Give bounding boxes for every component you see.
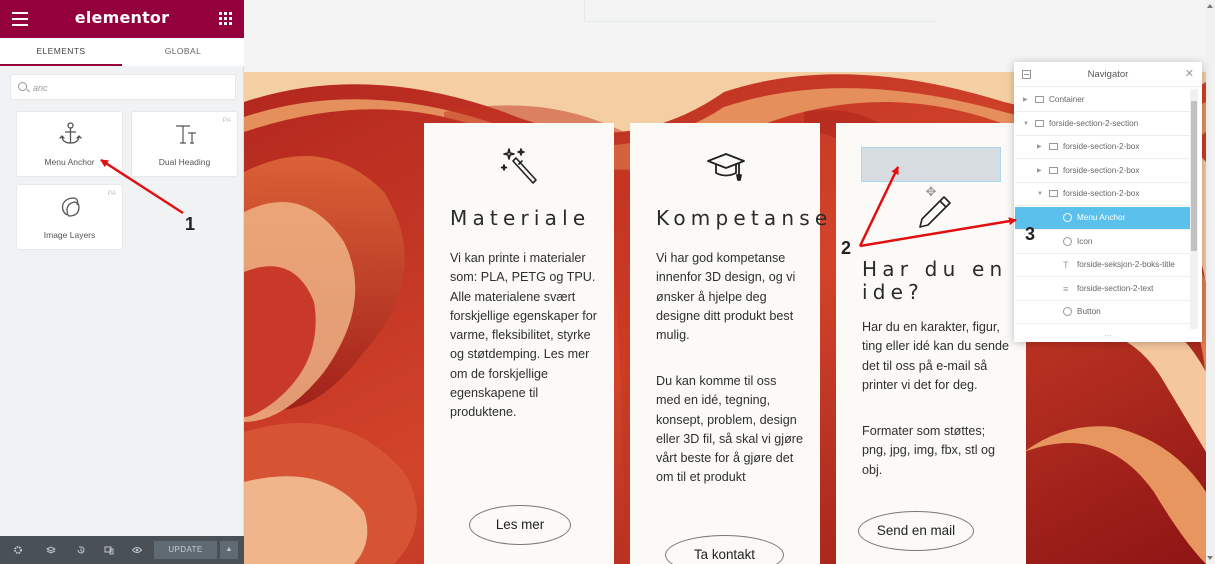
widget-dual-heading[interactable]: PA Dual Heading <box>131 111 238 177</box>
navigator-item[interactable]: Menu Anchor <box>1015 207 1190 230</box>
search-input[interactable] <box>33 80 223 96</box>
navigator-item-label: Icon <box>1077 236 1093 246</box>
contact-button[interactable]: Ta kontakt <box>665 535 784 564</box>
tab-global[interactable]: GLOBAL <box>122 38 244 66</box>
card-title: Materiale <box>450 206 591 230</box>
settings-gear-icon[interactable] <box>13 545 23 555</box>
navigator-title: Navigator <box>1087 69 1129 80</box>
navigator-item-label: Container <box>1049 95 1085 104</box>
container-icon <box>1049 143 1058 151</box>
card-text: Formater som støttes; png, jpg, img, fbx… <box>862 424 996 477</box>
page-scrollbar[interactable] <box>1206 0 1215 564</box>
card-text: Vi kan printe i materialer som: PLA, PET… <box>450 251 598 420</box>
feature-card-idea[interactable]: ✥ Har du en ide? Har du en karakter, fig… <box>836 123 1026 564</box>
navigator-item[interactable]: Icon <box>1015 231 1190 254</box>
send-mail-button[interactable]: Send en mail <box>858 511 974 551</box>
editor-sidebar: elementor ELEMENTS GLOBAL Menu Anchor PA <box>0 0 244 564</box>
update-button[interactable]: UPDATE <box>154 541 217 559</box>
navigator-panel: Navigator ✕ ▶ Container ▼ forside-section-2… <box>1014 62 1202 342</box>
apps-grid-icon[interactable] <box>219 12 232 25</box>
read-more-button[interactable]: Les mer <box>469 505 571 545</box>
card-text: Har du en karakter, figur, ting eller id… <box>862 320 1010 392</box>
navigator-item-label: forside-section-2-text <box>1077 283 1154 293</box>
feature-card-materials[interactable]: Materiale Vi kan printe i materialer som… <box>424 123 614 564</box>
navigator-item[interactable]: ▶ Container <box>1015 89 1190 112</box>
pencil-icon <box>919 196 951 228</box>
caret-right-icon[interactable]: ▶ <box>1023 89 1028 111</box>
scroll-up-arrow-icon[interactable] <box>1207 4 1213 8</box>
annotation-number-3: 3 <box>1025 224 1036 244</box>
widget-label: Image Layers <box>43 230 96 240</box>
preview-eye-icon[interactable] <box>132 545 142 555</box>
navigator-item[interactable]: ▼ forside-section-2-box <box>1015 183 1190 207</box>
text-icon <box>176 125 196 144</box>
text-editor-icon: ≡ <box>1063 283 1069 294</box>
button-icon <box>1063 307 1072 317</box>
search-icon <box>18 82 27 91</box>
caret-down-icon[interactable]: ▼ <box>1023 113 1029 135</box>
widget-menu-anchor[interactable]: Menu Anchor <box>16 111 123 177</box>
history-icon[interactable] <box>76 545 86 555</box>
graduation-cap-icon <box>707 153 745 181</box>
navigator-item[interactable]: ▶ forside-section-2-box <box>1015 160 1190 183</box>
container-icon <box>1035 96 1044 103</box>
heading-icon: T <box>1063 260 1069 271</box>
card-title: Kompetanse <box>656 206 833 230</box>
navigator-item[interactable]: ≡ forside-section-2-text <box>1015 278 1190 301</box>
scroll-down-arrow-icon[interactable] <box>1207 556 1213 560</box>
close-icon[interactable]: ✕ <box>1185 67 1194 80</box>
scrollbar-thumb[interactable] <box>1191 101 1197 251</box>
widget-search <box>10 74 236 100</box>
tab-elements[interactable]: ELEMENTS <box>0 38 122 66</box>
widget-label: Dual Heading <box>158 157 211 167</box>
responsive-mode-icon[interactable] <box>104 545 114 555</box>
navigator-scrollbar[interactable] <box>1190 89 1198 329</box>
widget-label: Menu Anchor <box>44 157 95 167</box>
navigator-header: Navigator ✕ <box>1014 62 1202 87</box>
navigator-layers-icon[interactable] <box>46 545 56 555</box>
container-icon <box>1049 166 1058 174</box>
navigator-item-label: forside-section-2-box <box>1063 142 1140 152</box>
update-options-caret-icon[interactable]: ▲ <box>220 541 238 559</box>
brand-logo: elementor <box>74 8 170 27</box>
caret-right-icon[interactable]: ▶ <box>1037 136 1042 158</box>
widget-image-layers[interactable]: PA Image Layers <box>16 184 123 250</box>
container-icon <box>1035 119 1044 127</box>
editor-topbar: elementor <box>0 0 244 38</box>
container-icon <box>1049 190 1058 198</box>
navigator-item[interactable]: Button <box>1015 301 1190 325</box>
feature-card-competence[interactable]: Kompetanse Vi har god kompetanse innenfo… <box>630 123 827 564</box>
navigator-item-label: forside-section-2-box <box>1063 165 1140 175</box>
navigator-item-label: forside-seksjon-2-boks-title <box>1077 260 1175 270</box>
menu-anchor-placeholder[interactable] <box>861 147 1001 182</box>
anchor-icon <box>59 122 82 144</box>
navigator-item[interactable]: ▶ forside-section-2-box <box>1015 136 1190 160</box>
layers-icon <box>61 197 80 217</box>
icon-icon <box>1063 236 1072 246</box>
panel-tabs: ELEMENTS GLOBAL <box>0 38 244 66</box>
card-text: Vi har god kompetanse innenfor 3D design… <box>656 251 796 343</box>
resize-handle[interactable]: ... <box>1014 330 1202 342</box>
anchor-icon <box>1063 213 1072 222</box>
navigator-item-label: forside-section-2-section <box>1049 118 1139 128</box>
annotation-number-2: 2 <box>841 238 852 258</box>
annotation-number-1: 1 <box>185 214 196 234</box>
card-title: Har du en ide? <box>862 257 1008 304</box>
navigator-item-label: Menu Anchor <box>1077 213 1126 222</box>
editor-footer: UPDATE ▲ <box>0 536 244 564</box>
navigator-item[interactable]: Tforside-seksjon-2-boks-title <box>1015 254 1190 278</box>
caret-down-icon[interactable]: ▼ <box>1037 183 1043 205</box>
navigator-item[interactable]: ▼ forside-section-2-section <box>1015 113 1190 136</box>
magic-wand-icon <box>500 148 537 184</box>
navigator-item-label: Button <box>1077 307 1101 317</box>
navigator-item-label: forside-section-2-box <box>1063 189 1140 199</box>
section-edge <box>584 0 936 22</box>
card-text: Du kan komme til oss med en idé, tegning… <box>656 374 803 485</box>
caret-right-icon[interactable]: ▶ <box>1037 160 1042 182</box>
